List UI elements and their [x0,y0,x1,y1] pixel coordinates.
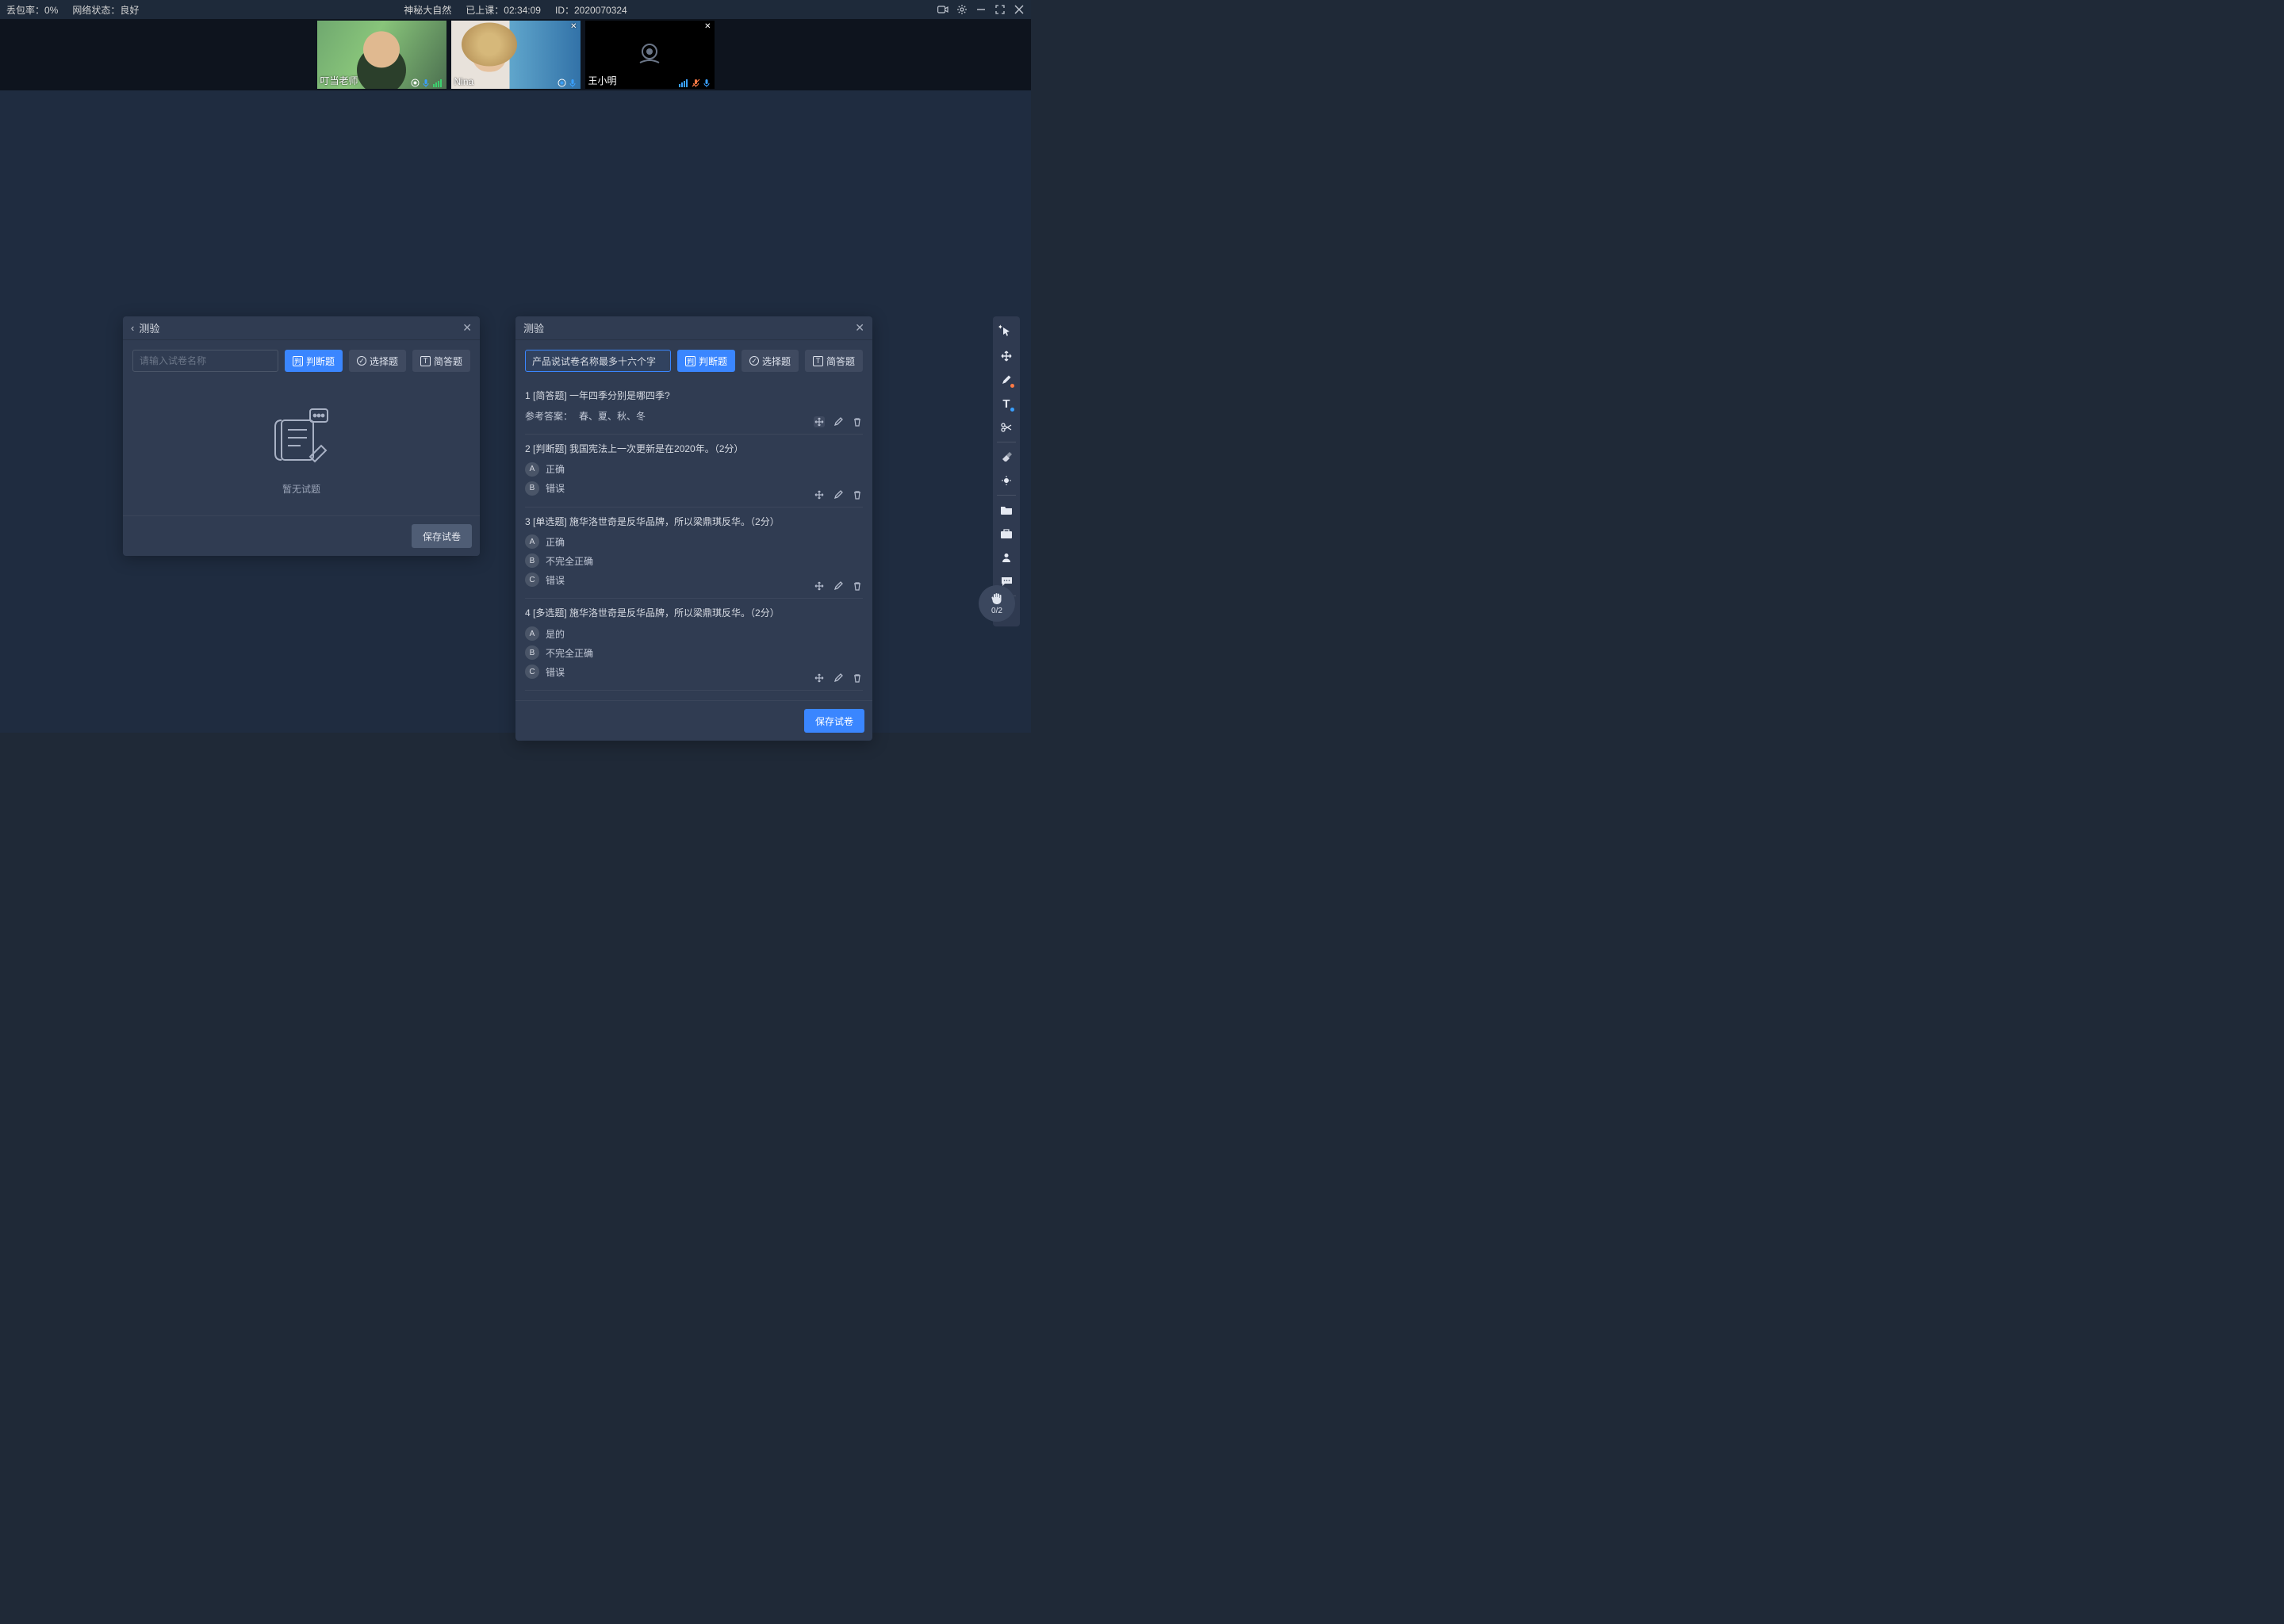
edit-icon[interactable] [833,580,844,592]
close-window-icon[interactable] [1014,4,1025,15]
video-tile-student-2[interactable]: ✕ 王小明 [585,21,715,89]
delete-icon[interactable] [852,416,863,427]
question-item: 1 [简答题] 一年四季分别是哪四季? 参考答案：春、夏、秋、冬 [525,381,863,435]
panel-title: 测验 [523,320,544,335]
move-icon[interactable] [814,416,825,427]
back-icon[interactable]: ‹ [131,322,134,334]
option-row[interactable]: A是的 [525,626,863,641]
class-id: ID：2020070324 [555,3,627,17]
delete-icon[interactable] [852,489,863,500]
test-name-input[interactable] [525,350,671,372]
top-bar: 丢包率：0% 网络状态：良好 神秘大自然 已上课：02:34:09 ID：202… [0,0,1031,19]
class-title: 神秘大自然 [404,3,451,17]
whiteboard-area: ‹ 测验 ✕ 判判断题 ✓选择题 T简答题 [0,90,1031,733]
participant-name: 王小明 [588,74,617,87]
test-name-input[interactable] [132,350,278,372]
pen-tool-icon[interactable] [995,369,1017,391]
scissors-tool-icon[interactable] [995,416,1017,439]
delete-icon[interactable] [852,580,863,592]
folder-tool-icon[interactable] [995,499,1017,521]
camera-off-icon [634,39,665,71]
add-short-answer-button[interactable]: T简答题 [805,350,863,372]
question-item: 3 [单选题] 施华洛世奇是反华品牌，所以梁鼎琪反华。（2分） A正确 B不完全… [525,508,863,599]
edit-icon[interactable] [833,489,844,500]
toolbox-tool-icon[interactable] [995,523,1017,545]
signal-icon [433,79,442,87]
hand-icon [990,592,1004,606]
reference-answer: 参考答案：春、夏、秋、冬 [525,409,863,423]
participant-name: Nina [454,76,474,87]
quiz-panel-empty: ‹ 测验 ✕ 判判断题 ✓选择题 T简答题 [123,316,480,556]
mic-icon [703,79,711,87]
eraser-tool-icon[interactable] [995,446,1017,468]
choice-icon: ✓ [357,356,366,366]
edit-icon[interactable] [833,416,844,427]
raise-hand-button[interactable]: 0/2 [979,585,1015,622]
raise-hand-count: 0/2 [991,607,1002,615]
add-choice-button[interactable]: ✓选择题 [349,350,406,372]
add-truefalse-button[interactable]: 判判断题 [677,350,735,372]
person-tool-icon[interactable] [995,546,1017,569]
move-tool-icon[interactable] [995,345,1017,367]
choice-icon: ✓ [749,356,759,366]
close-tile-icon[interactable]: ✕ [704,22,711,31]
empty-text: 暂无试题 [282,482,320,496]
mic-icon [569,79,577,87]
video-tile-student-1[interactable]: ✕ Nina [451,21,581,89]
option-row[interactable]: B不完全正确 [525,645,863,660]
truefalse-icon: 判 [685,356,696,366]
laser-tool-icon[interactable] [995,469,1017,492]
minimize-icon[interactable] [975,4,987,15]
option-row[interactable]: C错误 [525,665,863,679]
add-choice-button[interactable]: ✓选择题 [742,350,799,372]
save-test-button[interactable]: 保存试卷 [804,709,864,733]
move-icon[interactable] [814,489,825,500]
packet-loss-label: 丢包率：0% [6,3,58,17]
close-tile-icon[interactable]: ✕ [570,22,577,31]
empty-state: 暂无试题 [123,381,480,515]
mic-icon [422,79,431,87]
option-row[interactable]: C错误 [525,573,863,587]
save-test-button[interactable]: 保存试卷 [412,524,472,548]
option-row[interactable]: B错误 [525,481,863,496]
short-answer-icon: T [420,356,431,366]
whiteboard-toolbar: ✦ T [993,316,1020,626]
questions-list[interactable]: 1 [简答题] 一年四季分别是哪四季? 参考答案：春、夏、秋、冬 2 [判断题]… [515,381,872,700]
short-answer-icon: T [813,356,823,366]
quiz-panel-editing: 测验 ✕ 判判断题 ✓选择题 T简答题 1 [简答题] 一年四季分别是哪四季? … [515,316,872,741]
empty-illustration-icon [266,401,337,473]
close-panel-icon[interactable]: ✕ [855,321,864,335]
camera-toggle-icon[interactable] [937,4,948,15]
video-tile-teacher[interactable]: 叮当老师 [317,21,446,89]
add-short-answer-button[interactable]: T简答题 [412,350,470,372]
record-icon [558,79,566,87]
participant-name: 叮当老师 [320,74,358,87]
signal-icon [679,79,688,87]
add-truefalse-button[interactable]: 判判断题 [285,350,343,372]
cursor-tool-icon[interactable]: ✦ [995,321,1017,343]
mic-muted-icon [692,79,700,87]
panel-title: 测验 [139,320,159,335]
question-item: 2 [判断题] 我国宪法上一次更新是在2020年。（2分） A正确 B错误 [525,435,863,508]
option-row[interactable]: B不完全正确 [525,553,863,568]
edit-icon[interactable] [833,672,844,684]
close-panel-icon[interactable]: ✕ [462,321,472,335]
video-strip: 叮当老师 ✕ Nina ✕ 王小明 [0,19,1031,90]
settings-icon[interactable] [956,4,968,15]
text-tool-icon[interactable]: T [995,393,1017,415]
truefalse-icon: 判 [293,356,303,366]
move-icon[interactable] [814,672,825,684]
option-row[interactable]: A正确 [525,462,863,477]
network-status-label: 网络状态：良好 [72,3,139,17]
delete-icon[interactable] [852,672,863,684]
question-item: 4 [多选题] 施华洛世奇是反华品牌，所以梁鼎琪反华。（2分） A是的 B不完全… [525,599,863,691]
move-icon[interactable] [814,580,825,592]
elapsed-time: 已上课：02:34:09 [466,3,541,17]
option-row[interactable]: A正确 [525,534,863,549]
record-icon [411,79,420,87]
fullscreen-icon[interactable] [994,4,1006,15]
